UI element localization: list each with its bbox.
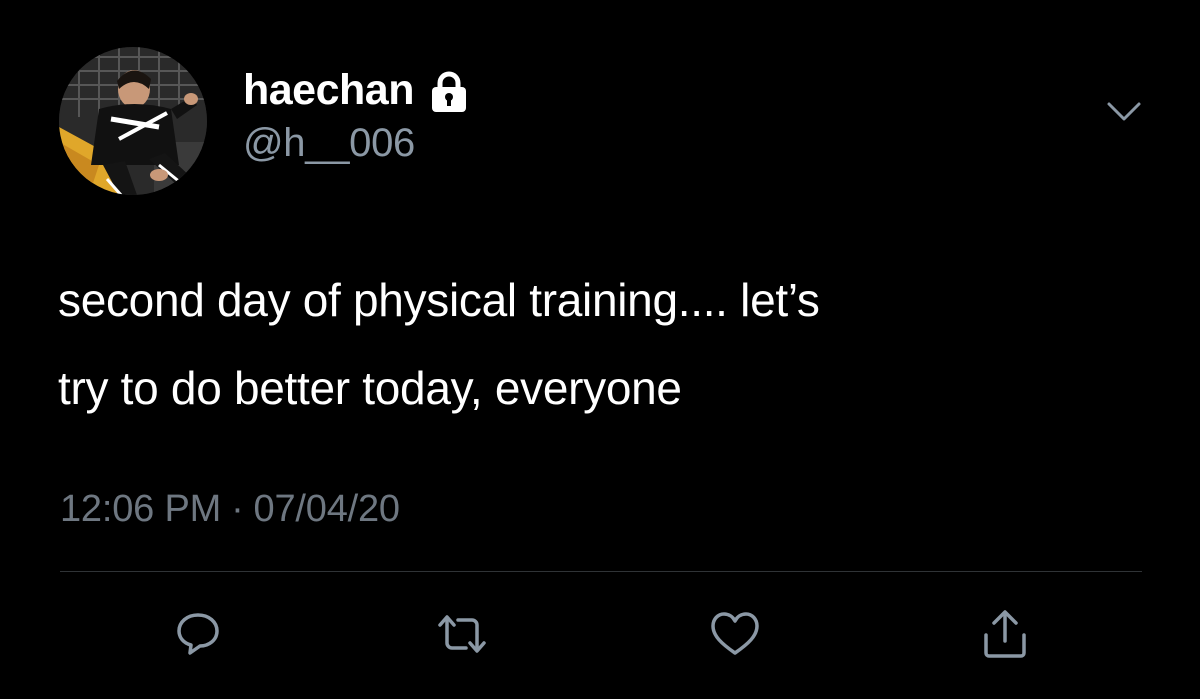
timestamp-separator: · <box>231 488 244 530</box>
divider <box>60 571 1142 572</box>
avatar-photo <box>59 47 207 195</box>
tweet-date: 07/04/20 <box>253 488 401 530</box>
tweet-card: haechan @h__006 second day of physical t… <box>0 0 1200 699</box>
user-handle[interactable]: @h__006 <box>243 121 415 166</box>
reply-button[interactable] <box>168 604 228 664</box>
share-icon <box>984 610 1026 658</box>
lock-icon <box>430 71 468 113</box>
avatar[interactable] <box>59 47 207 195</box>
tweet-text: second day of physical training.... let’… <box>58 256 1158 432</box>
name-row: haechan <box>243 64 468 116</box>
display-name[interactable]: haechan <box>243 66 414 115</box>
tweet-text-line: try to do better today, everyone <box>58 362 682 414</box>
retweet-icon <box>438 615 486 653</box>
share-button[interactable] <box>975 604 1035 664</box>
tweet-time: 12:06 PM <box>60 488 222 530</box>
heart-icon <box>711 612 759 655</box>
reply-icon <box>177 613 219 655</box>
like-button[interactable] <box>705 604 765 664</box>
tweet-timestamp[interactable]: 12:06 PM · 07/04/20 <box>60 488 400 531</box>
chevron-down-icon[interactable] <box>1106 100 1142 124</box>
tweet-text-line: second day of physical training.... let’… <box>58 274 820 326</box>
retweet-button[interactable] <box>432 604 492 664</box>
